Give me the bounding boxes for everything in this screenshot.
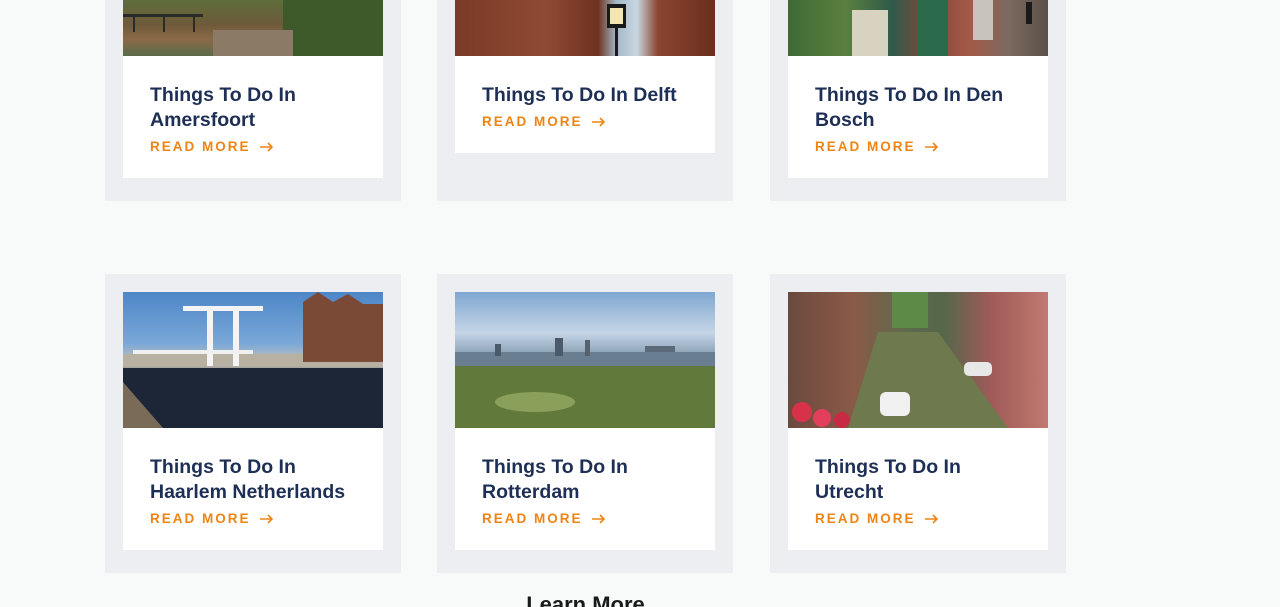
page: Things To Do In Amersfoort READ MORE Thi… xyxy=(0,0,1280,607)
haarlem-drawbridge-image[interactable] xyxy=(123,292,383,428)
card-body: Things To Do In Den Bosch READ MORE xyxy=(788,56,1048,178)
read-more-label: READ MORE xyxy=(150,139,251,154)
card-title[interactable]: Things To Do In Utrecht xyxy=(815,455,1028,505)
shopfront-shape xyxy=(852,0,1032,56)
arrow-right-icon xyxy=(259,514,273,524)
card-utrecht: Things To Do In Utrecht READ MORE xyxy=(770,274,1066,573)
street-lamp-shape xyxy=(607,4,626,56)
card-den-bosch: Things To Do In Den Bosch READ MORE xyxy=(770,0,1066,201)
card-body: Things To Do In Delft READ MORE xyxy=(455,56,715,153)
learn-more-heading: Learn More xyxy=(526,592,645,607)
card-inner: Things To Do In Delft READ MORE xyxy=(455,0,715,153)
card-inner: Things To Do In Den Bosch READ MORE xyxy=(788,0,1048,178)
card-title[interactable]: Things To Do In Rotterdam xyxy=(482,455,695,505)
read-more-link[interactable]: READ MORE xyxy=(150,138,274,156)
arrow-right-icon xyxy=(924,142,938,152)
arrow-right-icon xyxy=(924,514,938,524)
card-inner: Things To Do In Amersfoort READ MORE xyxy=(123,0,383,178)
card-title[interactable]: Things To Do In Amersfoort xyxy=(150,83,363,133)
card-title[interactable]: Things To Do In Den Bosch xyxy=(815,83,1028,133)
read-more-label: READ MORE xyxy=(482,114,583,129)
card-inner: Things To Do In Rotterdam READ MORE xyxy=(455,292,715,550)
read-more-label: READ MORE xyxy=(815,139,916,154)
card-delft: Things To Do In Delft READ MORE xyxy=(437,0,733,201)
read-more-label: READ MORE xyxy=(815,511,916,526)
rotterdam-skyline-image[interactable] xyxy=(455,292,715,428)
delft-church-image[interactable] xyxy=(455,0,715,56)
read-more-label: READ MORE xyxy=(482,511,583,526)
card-rotterdam: Things To Do In Rotterdam READ MORE xyxy=(437,274,733,573)
card-body: Things To Do In Amersfoort READ MORE xyxy=(123,56,383,178)
arrow-right-icon xyxy=(591,514,605,524)
read-more-link[interactable]: READ MORE xyxy=(150,510,274,528)
card-title[interactable]: Things To Do In Haarlem Netherlands xyxy=(150,455,363,505)
read-more-link[interactable]: READ MORE xyxy=(482,510,606,528)
read-more-link[interactable]: READ MORE xyxy=(815,510,939,528)
canal-shape xyxy=(792,292,1008,428)
card-body: Things To Do In Utrecht READ MORE xyxy=(788,428,1048,550)
card-amersfoort: Things To Do In Amersfoort READ MORE xyxy=(105,0,401,201)
arrow-right-icon xyxy=(259,142,273,152)
arrow-right-icon xyxy=(591,117,605,127)
card-body: Things To Do In Haarlem Netherlands READ… xyxy=(123,428,383,550)
read-more-label: READ MORE xyxy=(150,511,251,526)
card-inner: Things To Do In Haarlem Netherlands READ… xyxy=(123,292,383,550)
utrecht-canal-image[interactable] xyxy=(788,292,1048,428)
card-haarlem: Things To Do In Haarlem Netherlands READ… xyxy=(105,274,401,573)
bridge-railing-shape xyxy=(123,0,383,56)
read-more-link[interactable]: READ MORE xyxy=(815,138,939,156)
card-body: Things To Do In Rotterdam READ MORE xyxy=(455,428,715,550)
read-more-link[interactable]: READ MORE xyxy=(482,113,606,131)
den-bosch-street-image[interactable] xyxy=(788,0,1048,56)
drawbridge-shape xyxy=(123,292,383,428)
skyline-shape xyxy=(455,338,715,428)
amersfoort-canal-image[interactable] xyxy=(123,0,383,56)
card-title[interactable]: Things To Do In Delft xyxy=(482,83,695,108)
card-inner: Things To Do In Utrecht READ MORE xyxy=(788,292,1048,550)
